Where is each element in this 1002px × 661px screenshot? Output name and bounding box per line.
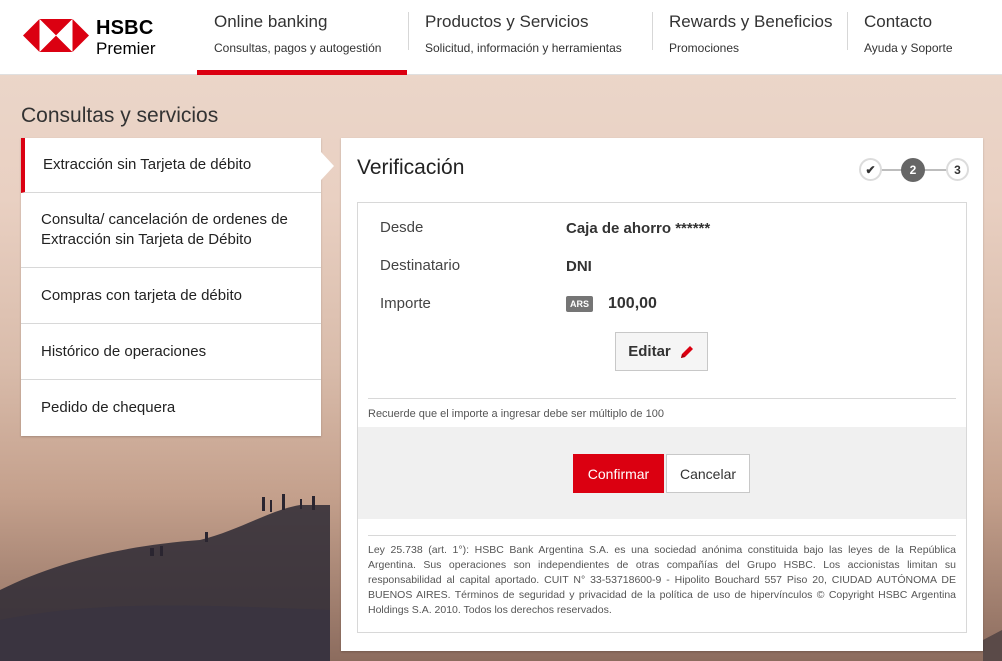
- sidebar-item-label: Compras con tarjeta de débito: [41, 286, 242, 304]
- sidebar-item-label: Histórico de operaciones: [41, 342, 207, 360]
- legal-disclaimer: Ley 25.738 (art. 1°): HSBC Bank Argentin…: [368, 544, 956, 616]
- sidebar-item-consulta-cancelacion[interactable]: Consulta/ cancelación de ordenes de Extr…: [21, 193, 321, 268]
- hsbc-hexagon-logo-icon: [23, 19, 89, 52]
- nav-productos-servicios[interactable]: Productos y Servicios Solicitud, informa…: [408, 0, 652, 75]
- nav-contacto[interactable]: Contacto Ayuda y Soporte: [847, 0, 997, 75]
- step-indicator: ✔ 2 3: [859, 158, 969, 182]
- verification-panel: Verificación ✔ 2 3 Desde Caja de ahorro …: [341, 138, 983, 651]
- top-header: HSBC Premier Online banking Consultas, p…: [0, 0, 1002, 75]
- currency-badge: ARS: [566, 296, 594, 312]
- nav-rewards-beneficios[interactable]: Rewards y Beneficios Promociones: [652, 0, 847, 75]
- action-bar: Confirmar Cancelar: [358, 427, 966, 519]
- nav-subtitle: Promociones: [669, 41, 740, 55]
- importe-value: 100,00: [608, 295, 657, 312]
- active-pointer-arrow: [321, 152, 334, 180]
- brand-name: HSBC: [96, 17, 154, 39]
- desde-value: Caja de ahorro ******: [566, 220, 711, 237]
- cancel-button[interactable]: Cancelar: [666, 454, 750, 493]
- step-3: 3: [946, 158, 969, 181]
- sidebar-item-pedido-chequera[interactable]: Pedido de chequera: [21, 380, 321, 436]
- nav-title: Online banking: [214, 12, 328, 31]
- page-title: Consultas y servicios: [21, 104, 219, 127]
- step-2-current: 2: [901, 158, 925, 182]
- amount-note: Recuerde que el importe a ingresar debe …: [368, 408, 664, 420]
- sidebar-item-label: Consulta/ cancelación de ordenes de Extr…: [41, 211, 288, 248]
- sidebar-item-historico[interactable]: Histórico de operaciones: [21, 324, 321, 380]
- nav-title: Rewards y Beneficios: [669, 12, 833, 31]
- edit-button[interactable]: Editar: [615, 332, 708, 371]
- sidebar-menu: Extracción sin Tarjeta de débito Consult…: [21, 138, 334, 436]
- edit-button-label: Editar: [628, 343, 671, 360]
- destinatario-value: DNI: [566, 258, 592, 275]
- nav-online-banking[interactable]: Online banking Consultas, pagos y autoge…: [197, 0, 407, 75]
- divider: [368, 535, 956, 536]
- nav-title: Productos y Servicios: [425, 12, 589, 31]
- divider: [368, 398, 956, 399]
- pencil-icon: [680, 345, 693, 358]
- brand-tier: Premier: [96, 39, 156, 58]
- nav-subtitle: Consultas, pagos y autogestión: [214, 41, 382, 55]
- sidebar-item-label: Pedido de chequera: [41, 399, 176, 416]
- brand-logo[interactable]: HSBC Premier: [23, 16, 163, 60]
- desde-label: Desde: [380, 219, 424, 236]
- sidebar-item-extraccion-sin-tarjeta[interactable]: Extracción sin Tarjeta de débito: [21, 138, 334, 193]
- confirm-button[interactable]: Confirmar: [573, 454, 664, 493]
- verification-details: Desde Caja de ahorro ****** Destinatario…: [357, 202, 967, 633]
- importe-label: Importe: [380, 295, 431, 312]
- sidebar-item-compras-debito[interactable]: Compras con tarjeta de débito: [21, 268, 321, 324]
- sidebar-item-label: Extracción sin Tarjeta de débito: [43, 156, 252, 173]
- destinatario-label: Destinatario: [380, 257, 461, 274]
- nav-subtitle: Ayuda y Soporte: [864, 41, 953, 55]
- step-1-checkmark-icon: ✔: [859, 158, 882, 181]
- panel-title: Verificación: [357, 156, 465, 179]
- nav-subtitle: Solicitud, información y herramientas: [425, 41, 622, 55]
- nav-title: Contacto: [864, 12, 933, 31]
